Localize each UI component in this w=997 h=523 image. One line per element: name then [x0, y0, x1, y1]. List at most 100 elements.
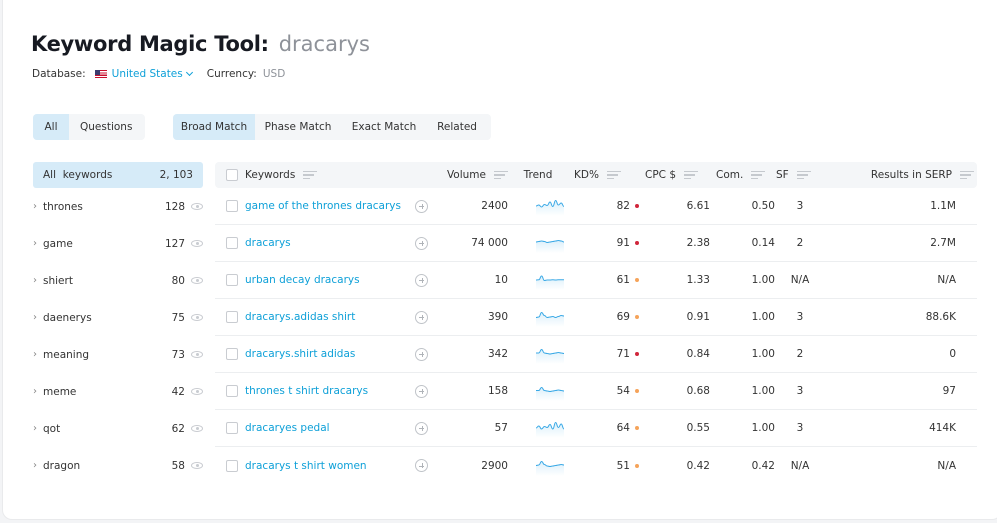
col-kd[interactable]: KD% [568, 169, 628, 181]
cell-competition: 1.00 [751, 274, 775, 286]
tab-exact-match[interactable]: Exact Match [341, 114, 427, 140]
col-competition[interactable]: Com. [698, 169, 768, 181]
currency-label: Currency: [206, 68, 257, 80]
col-results[interactable]: Results in SERP [828, 169, 977, 181]
group-count: 58 [171, 459, 185, 472]
eye-icon[interactable] [191, 462, 203, 469]
sort-icon[interactable] [606, 171, 621, 179]
col-keywords[interactable]: Keywords [215, 169, 415, 181]
keyword-group-item[interactable]: › thrones 128 [33, 188, 203, 225]
keyword-link[interactable]: dracarys.adidas shirt [245, 311, 355, 323]
chevron-right-icon[interactable]: › [33, 275, 41, 286]
cell-volume: 2900 [481, 459, 508, 472]
tab-phase-match[interactable]: Phase Match [255, 114, 341, 140]
add-to-list-icon[interactable] [415, 273, 428, 287]
add-to-list-icon[interactable] [415, 347, 428, 361]
eye-icon[interactable] [191, 351, 203, 358]
row-checkbox[interactable] [226, 311, 238, 323]
group-count: 80 [171, 274, 185, 287]
col-serp-features[interactable]: SF [768, 169, 828, 181]
keyword-link[interactable]: dracarys.shirt adidas [245, 348, 355, 360]
table-row: dracarys.shirt adidas 342 71 0.84 1.00 2 0 [215, 336, 977, 373]
chevron-right-icon[interactable]: › [33, 386, 41, 397]
add-to-list-icon[interactable] [415, 236, 428, 250]
sort-icon[interactable] [684, 171, 698, 179]
add-to-list-icon[interactable] [415, 459, 428, 472]
chevron-right-icon[interactable]: › [33, 238, 41, 249]
cell-kd: 91 [591, 237, 639, 249]
sort-icon[interactable] [796, 171, 811, 179]
group-count: 127 [164, 237, 185, 250]
sort-icon[interactable] [303, 171, 318, 179]
keyword-link[interactable]: urban decay dracarys [245, 274, 360, 286]
keyword-group-item[interactable]: › meme 42 [33, 373, 203, 410]
keyword-link[interactable]: thrones t shirt dracarys [245, 385, 368, 397]
row-checkbox[interactable] [226, 459, 238, 472]
eye-icon[interactable] [191, 240, 203, 247]
chevron-right-icon[interactable]: › [33, 349, 41, 360]
add-to-list-icon[interactable] [415, 384, 428, 398]
col-volume[interactable]: Volume [415, 169, 508, 181]
col-volume-label: Volume [446, 169, 486, 181]
tab-all[interactable]: All [33, 114, 69, 140]
keyword-group-item[interactable]: › qot 62 [33, 410, 203, 447]
cell-competition: 1.00 [751, 385, 775, 397]
tool-title: Keyword Magic Tool: [31, 32, 269, 56]
keyword-link[interactable]: game of the thrones dracarys [245, 200, 401, 212]
chevron-down-icon[interactable] [185, 68, 193, 77]
cell-volume: 2400 [481, 200, 508, 212]
row-checkbox[interactable] [226, 385, 238, 397]
eye-icon[interactable] [191, 203, 203, 210]
add-to-list-icon[interactable] [415, 199, 428, 213]
tab-questions[interactable]: Questions [69, 114, 143, 140]
cell-keyword: thrones t shirt dracarys [215, 385, 415, 397]
tab-broad-match[interactable]: Broad Match [173, 114, 255, 140]
database-selector[interactable]: United States [112, 68, 183, 80]
database-label: Database: [32, 68, 86, 80]
keyword-link[interactable]: dracarys t shirt women [245, 460, 367, 472]
group-name: dragon [43, 459, 81, 472]
add-to-list-icon[interactable] [415, 421, 428, 435]
all-keywords-label: All keywords [43, 169, 113, 181]
trend-sparkline [535, 275, 564, 290]
keyword-link[interactable]: dracaryes pedal [245, 422, 330, 434]
sort-icon[interactable] [494, 171, 508, 179]
group-name: game [43, 237, 73, 250]
cell-add [415, 459, 440, 472]
eye-icon[interactable] [191, 314, 203, 321]
table-row: urban decay dracarys 10 61 1.33 1.00 N/A N/A [215, 262, 977, 299]
row-checkbox[interactable] [226, 274, 238, 286]
cell-competition: 0.42 [751, 459, 775, 472]
keyword-group-item[interactable]: › game 127 [33, 225, 203, 262]
page-title: Keyword Magic Tool: dracarys [31, 32, 370, 56]
eye-icon[interactable] [191, 425, 203, 432]
group-count: 75 [171, 311, 185, 324]
keyword-group-item[interactable]: › shiert 80 [33, 262, 203, 299]
all-keywords-group[interactable]: All keywords 2, 103 [33, 162, 203, 188]
cell-serp-features: 3 [796, 385, 804, 397]
eye-icon[interactable] [191, 277, 203, 284]
row-checkbox[interactable] [226, 348, 238, 360]
select-all-checkbox[interactable] [226, 169, 238, 181]
group-name: meaning [43, 348, 90, 361]
chevron-right-icon[interactable]: › [33, 312, 41, 323]
row-checkbox[interactable] [226, 237, 238, 249]
keyword-group-item[interactable]: › daenerys 75 [33, 299, 203, 336]
sort-icon[interactable] [751, 171, 766, 179]
row-checkbox[interactable] [226, 200, 238, 212]
chevron-right-icon[interactable]: › [33, 460, 41, 471]
col-com-label: Com. [716, 169, 744, 181]
eye-icon[interactable] [191, 388, 203, 395]
sort-icon[interactable] [960, 171, 974, 179]
col-cpc[interactable]: CPC $ [628, 169, 698, 181]
keyword-link[interactable]: dracarys [245, 237, 291, 249]
add-to-list-icon[interactable] [415, 310, 428, 324]
row-checkbox[interactable] [226, 422, 238, 434]
cell-kd: 61 [591, 274, 639, 286]
cell-volume: 158 [487, 385, 508, 397]
keyword-group-item[interactable]: › dragon 58 [33, 447, 203, 484]
chevron-right-icon[interactable]: › [33, 201, 41, 212]
chevron-right-icon[interactable]: › [33, 423, 41, 434]
tab-related[interactable]: Related [427, 114, 487, 140]
keyword-group-item[interactable]: › meaning 73 [33, 336, 203, 373]
